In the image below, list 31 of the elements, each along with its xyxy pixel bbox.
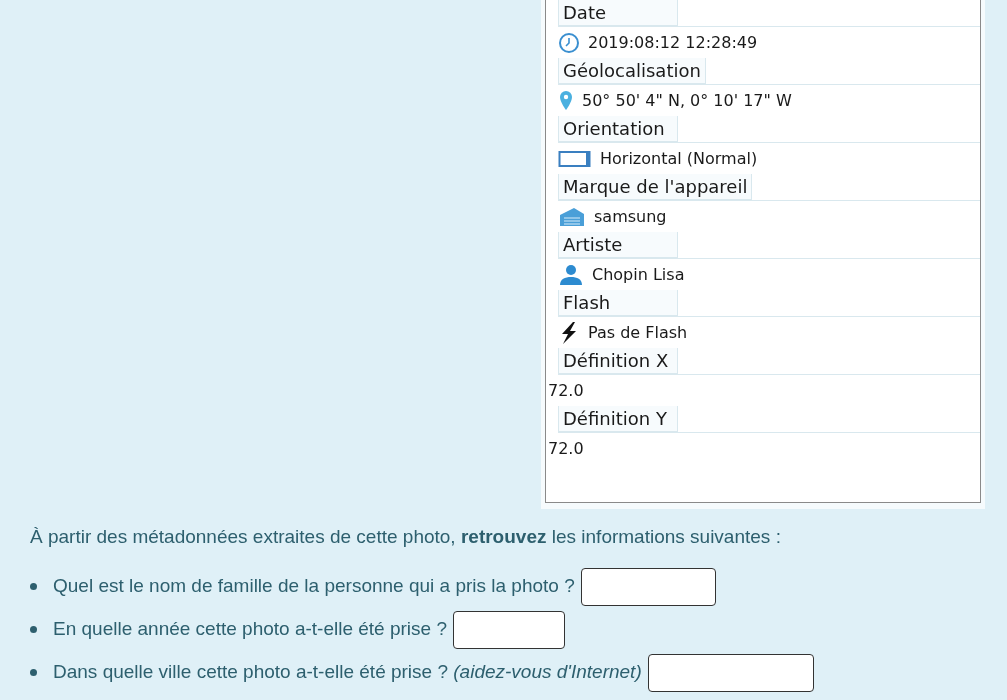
field-label: Flash (558, 290, 678, 316)
answer-field[interactable] (453, 610, 565, 649)
field-label: Orientation (558, 116, 678, 142)
bullet-icon (30, 669, 37, 676)
person-icon (558, 263, 584, 286)
field-label: Définition X (558, 348, 678, 374)
field-value: samsung (594, 205, 667, 228)
field-value: 72.0 (548, 437, 584, 460)
field-value: Horizontal (Normal) (600, 147, 758, 170)
building-icon (558, 205, 586, 228)
question-text: En quelle année cette photo a-t-elle été prise ? (53, 617, 447, 642)
answer-field[interactable] (647, 653, 814, 692)
field-label: Artiste (558, 232, 678, 258)
field-value: Chopin Lisa (592, 263, 685, 286)
field-label: Géolocalisation (558, 58, 706, 84)
field-label: Date (558, 0, 678, 26)
pin-icon (558, 89, 574, 112)
clock-icon (558, 31, 580, 54)
field-value: 50° 50' 4" N, 0° 10' 17" W (582, 89, 792, 112)
field-label: Définition Y (558, 406, 678, 432)
bullet-icon (30, 583, 37, 590)
field-value: 2019:08:12 12:28:49 (588, 31, 758, 54)
field-label: Marque de l'appareil (558, 174, 753, 200)
answer-field[interactable] (580, 567, 716, 606)
frame-icon (558, 149, 592, 168)
bullet-icon (30, 626, 37, 633)
question-text: Quel est le nom de famille de la personne qui a pris la photo ? (53, 574, 575, 599)
field-value: 72.0 (548, 379, 584, 402)
question-text: Dans quelle ville cette photo a-t-elle été prise ? (aidez-vous d'Internet) (53, 660, 642, 685)
field-value: Pas de Flash (588, 321, 688, 344)
instructions-text: À partir des métadonnées extraites de cette photo, retrouvez les informations suivantes : (30, 525, 782, 549)
